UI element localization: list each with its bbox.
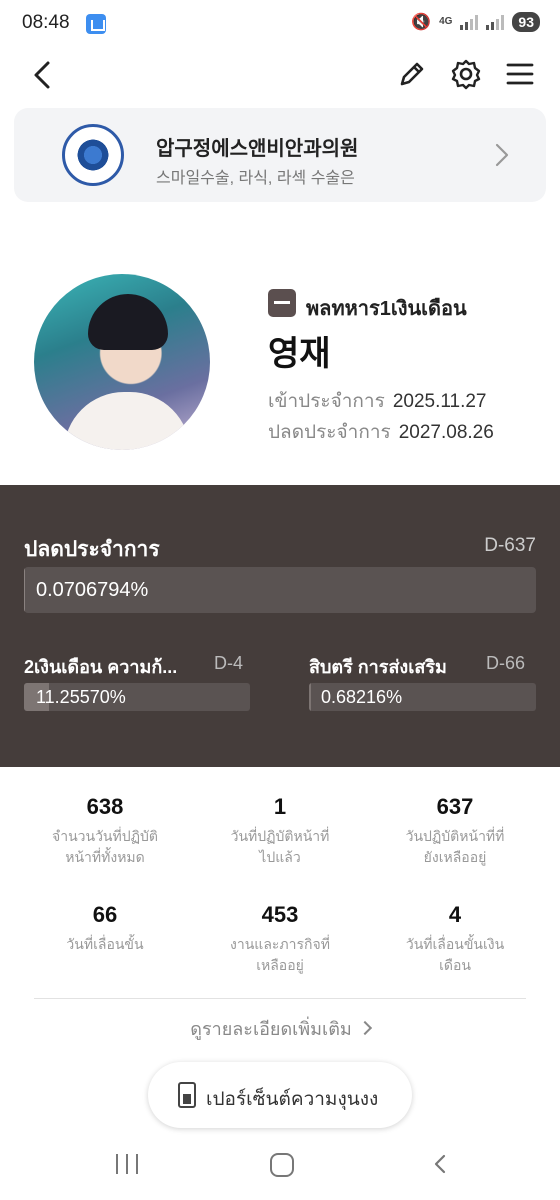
salary-progress-label: 2เงินเดือน ความก้...	[24, 657, 178, 677]
stat-total-days: 638 จำนวนวันที่ปฏิบัติ หน้าที่ทั้งหมด	[20, 794, 190, 868]
hamburger-menu-icon[interactable]	[504, 58, 536, 90]
salary-progress-value: 11.25570%	[36, 687, 126, 707]
chevron-right-icon	[357, 1020, 372, 1036]
stat-value: 1	[273, 794, 287, 819]
top-navigation	[0, 50, 560, 100]
salary-dday: D-4	[214, 653, 244, 673]
stat-promotion-days: 66 วันที่เลื่อนขั้น	[20, 902, 190, 955]
stat-value: 66	[92, 902, 118, 927]
divider	[34, 998, 526, 999]
battery-level: 93	[512, 12, 540, 32]
ad-subtitle: 스마일수술, 라식, 라섹 수술은	[156, 170, 355, 187]
salary-progress-bar: 11.25570%	[24, 683, 250, 711]
promotion-progress-label: สิบตรี การส่งเสริม	[309, 657, 447, 677]
rank-insignia-icon	[268, 289, 296, 317]
discharge-date: 2027.08.26	[398, 422, 494, 443]
stat-label: วันที่เลื่อนขั้น	[66, 936, 144, 952]
rank-label: พลทหาร1เงินเดือน	[306, 298, 467, 320]
enlist-label: เข้าประจำการ	[268, 391, 385, 412]
stat-value: 4	[448, 902, 462, 927]
discharge-row: ปลดประจำการ 2027.08.26	[268, 417, 494, 447]
see-more-link[interactable]: ดูรายละเอียดเพิ่มเติม	[0, 1014, 560, 1043]
recent-apps-icon[interactable]	[116, 1154, 138, 1174]
promotion-progress-fill	[309, 683, 311, 711]
status-time: 08:48	[22, 12, 70, 33]
confusion-percent-label: เปอร์เซ็นต์ความงุนงง	[206, 1089, 379, 1110]
stat-label: วันที่เลื่อนขั้นเงิน เดือน	[405, 936, 505, 973]
network-type: 4G	[439, 16, 453, 27]
status-indicators: 🔇 4G 93	[411, 12, 540, 32]
promotion-dday: D-66	[486, 653, 526, 673]
gear-icon[interactable]	[450, 58, 482, 90]
stat-label: วันที่ปฏิบัติหน้าที่ ไปแล้ว	[230, 828, 330, 865]
clinic-logo	[62, 124, 124, 186]
chevron-right-icon	[494, 142, 510, 168]
discharge-dday: D-637	[484, 535, 536, 556]
enlist-row: เข้าประจำการ 2025.11.27	[268, 386, 487, 416]
home-notification-icon	[86, 14, 106, 34]
discharge-progress-bar: 0.0706794%	[24, 567, 536, 613]
ad-banner[interactable]: 압구정에스앤비안과의원 스마일수술, 라식, 라섹 수술은	[14, 108, 546, 202]
profile-name: 영재	[268, 335, 331, 373]
discharge-progress-fill	[24, 567, 25, 613]
discharge-progress-label: ปลดประจำการ	[24, 538, 160, 561]
status-bar: 08:48 🔇 4G 93	[0, 0, 560, 48]
stat-label: จำนวนวันที่ปฏิบัติ หน้าที่ทั้งหมด	[52, 828, 158, 865]
mute-icon: 🔇	[411, 14, 432, 31]
stat-days-remaining: 637 วันปฏิบัติหน้าที่ที่ ยังเหลืออยู่	[370, 794, 540, 868]
promotion-progress-bar: 0.68216%	[309, 683, 536, 711]
stat-tasks-remaining: 453 งานและภารกิจที่ เหลืออยู่	[195, 902, 365, 976]
discharge-progress-value: 0.0706794%	[36, 579, 149, 601]
stat-value: 453	[261, 902, 299, 927]
promotion-progress-value: 0.68216%	[321, 687, 403, 707]
enlist-date: 2025.11.27	[392, 391, 487, 412]
stat-label: งานและภารกิจที่ เหลืออยู่	[230, 936, 330, 973]
see-more-label: ดูรายละเอียดเพิ่มเติม	[190, 1019, 352, 1039]
stat-label: วันปฏิบัติหน้าที่ที่ ยังเหลืออยู่	[405, 828, 505, 865]
progress-panel: ปลดประจำการ D-637 0.0706794% 2เงินเดือน …	[0, 485, 560, 767]
pencil-icon[interactable]	[396, 58, 428, 90]
stat-value: 638	[86, 794, 124, 819]
stat-days-served: 1 วันที่ปฏิบัติหน้าที่ ไปแล้ว	[195, 794, 365, 868]
back-icon[interactable]	[432, 1154, 448, 1174]
stat-salary-promotion-days: 4 วันที่เลื่อนขั้นเงิน เดือน	[370, 902, 540, 976]
signal-icon-2	[486, 14, 505, 30]
ad-title: 압구정에스앤비안과의원	[156, 138, 359, 160]
phone-icon	[178, 1082, 196, 1108]
stat-value: 637	[436, 794, 474, 819]
profile-avatar[interactable]	[34, 274, 210, 450]
discharge-label: ปลดประจำการ	[268, 422, 391, 443]
back-arrow-icon[interactable]	[28, 58, 58, 92]
signal-icon	[460, 14, 479, 30]
system-navigation-bar	[0, 1140, 560, 1200]
confusion-percent-button[interactable]: เปอร์เซ็นต์ความงุนงง	[148, 1062, 412, 1128]
home-icon[interactable]	[270, 1153, 294, 1177]
